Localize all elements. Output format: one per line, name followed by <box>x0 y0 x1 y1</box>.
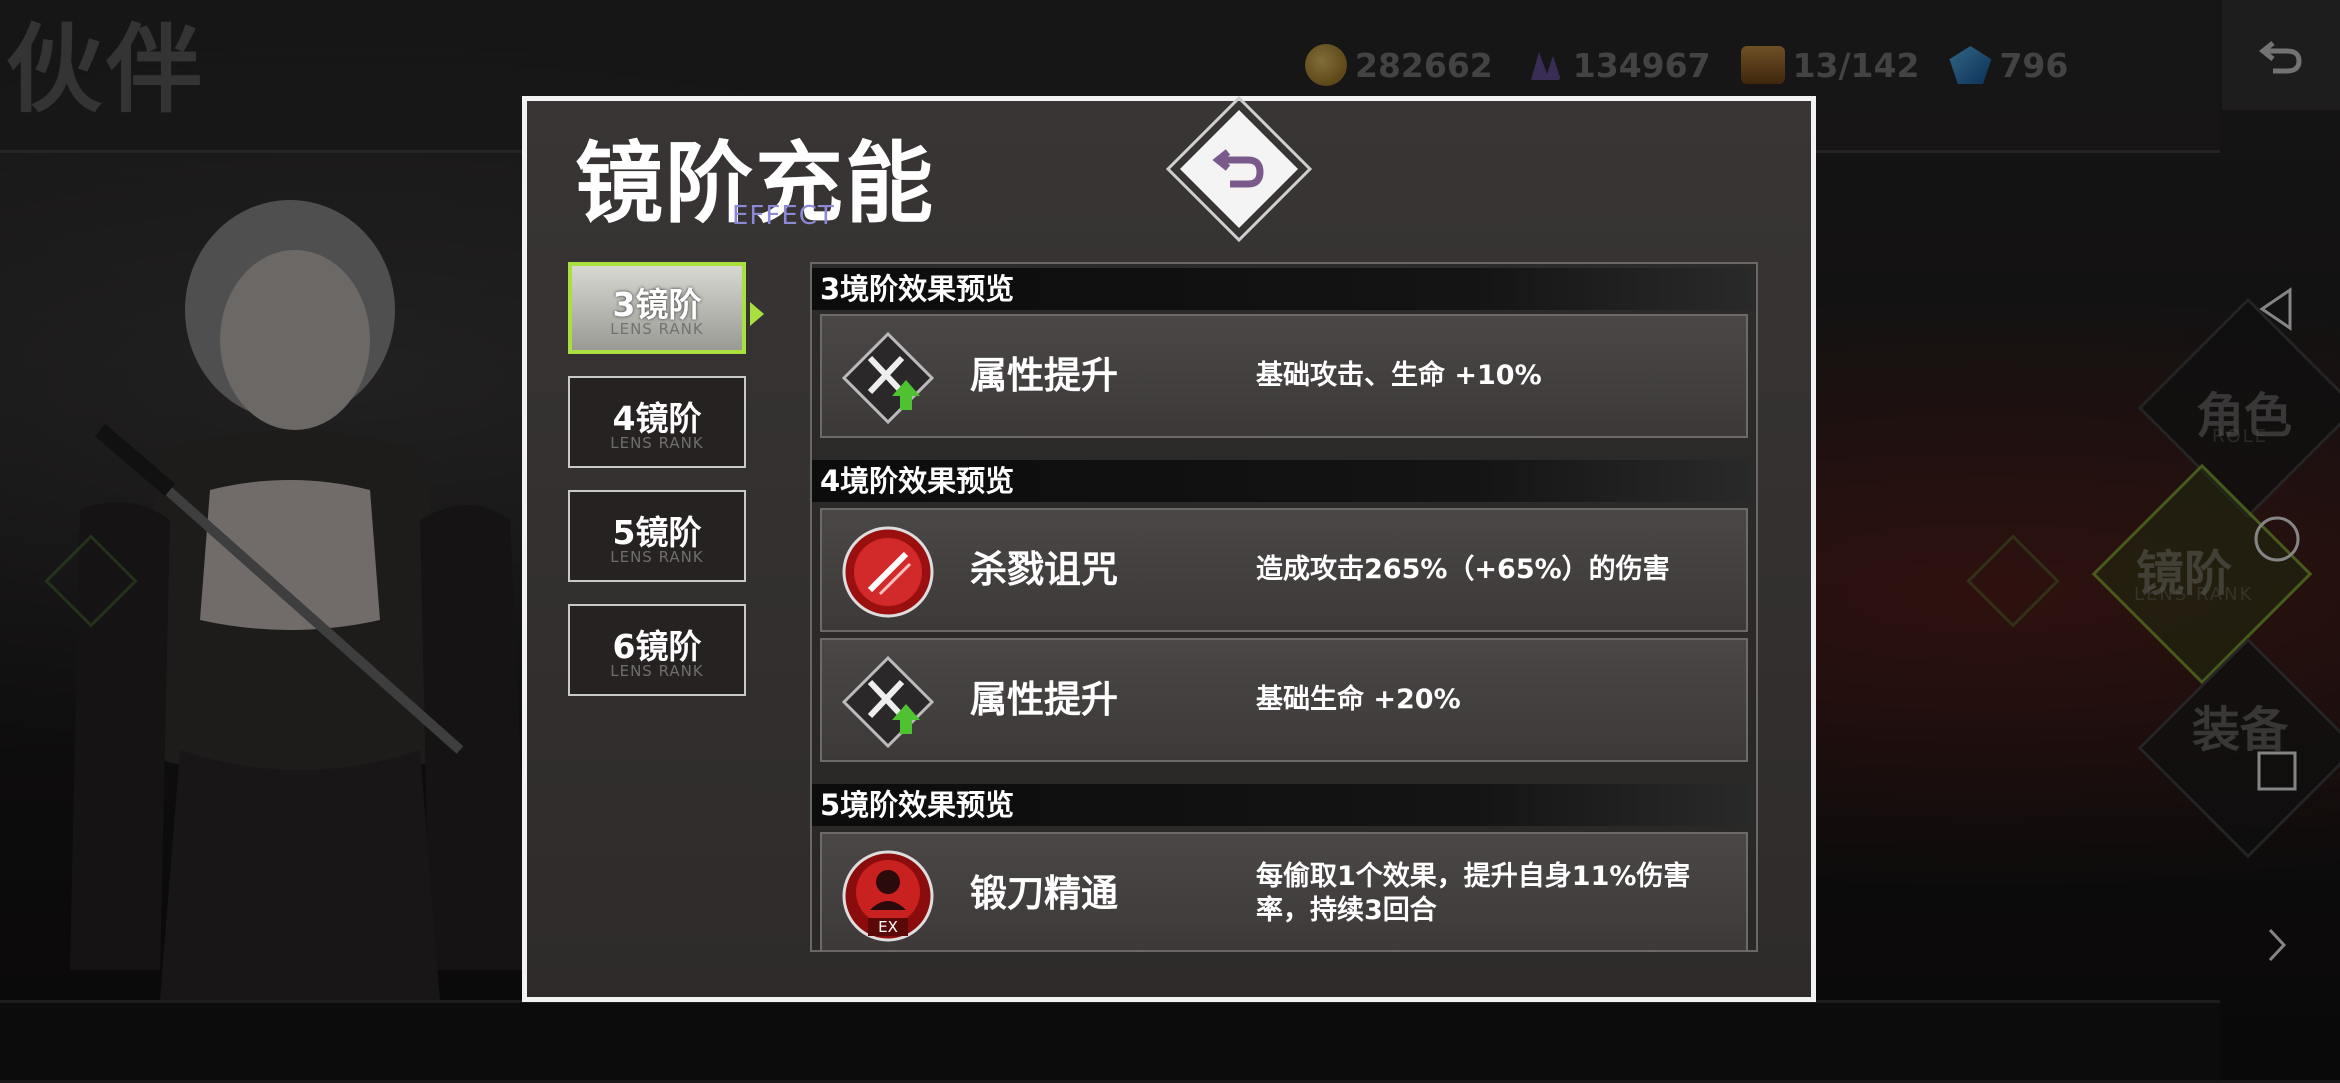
tab-rank-6[interactable]: 6镜阶 LENS RANK <box>568 604 746 696</box>
tab-rank-5-sub: LENS RANK <box>610 548 704 566</box>
tab-rank-5-label: 5镜阶 <box>612 513 702 552</box>
section-header-rank-4: 4境阶效果预览 <box>812 460 1756 502</box>
tab-rank-3-label: 3镜阶 <box>612 285 702 324</box>
tab-rank-4[interactable]: 4镜阶 LENS RANK <box>568 376 746 468</box>
tab-rank-6-sub: LENS RANK <box>610 662 704 680</box>
effect-description: 每偷取1个效果，提升自身11%伤害率，持续3回合 <box>1256 861 1691 926</box>
effect-name: 杀戮诅咒 <box>970 548 1118 591</box>
tab-rank-3-sub: LENS RANK <box>610 320 704 338</box>
effect-description: 基础攻击、生命 +10% <box>1256 360 1542 391</box>
dialog-subtitle: EFFECT <box>732 201 835 231</box>
effect-preview-list[interactable]: 3境阶效果预览 属性提升 基础攻击、生命 +10% 4境阶效果预览 杀戮诅咒 造… <box>810 262 1758 952</box>
tab-rank-4-sub: LENS RANK <box>610 434 704 452</box>
tab-rank-5[interactable]: 5镜阶 LENS RANK <box>568 490 746 582</box>
effect-description: 基础生命 +20% <box>1256 684 1461 715</box>
effect-row[interactable]: EX 锻刀精通 每偷取1个效果，提升自身11%伤害率，持续3回合 <box>820 832 1748 950</box>
section-header-rank-5: 5境阶效果预览 <box>812 784 1756 826</box>
tab-rank-3[interactable]: 3镜阶 LENS RANK <box>568 262 764 354</box>
effect-name: 属性提升 <box>970 354 1118 397</box>
section-header-rank-3: 3境阶效果预览 <box>812 268 1756 310</box>
effect-row[interactable]: 属性提升 基础攻击、生命 +10% <box>820 314 1748 438</box>
sword-upgrade-icon <box>841 331 935 425</box>
effect-row[interactable]: 杀戮诅咒 造成攻击265%（+65%）的伤害 <box>820 508 1748 632</box>
active-tab-pointer <box>750 302 764 326</box>
effect-name: 属性提升 <box>970 678 1118 721</box>
slash-curse-icon <box>842 526 934 618</box>
ex-badge: EX <box>878 918 898 936</box>
tab-rank-4-label: 4镜阶 <box>612 399 702 438</box>
close-button[interactable] <box>1164 94 1314 244</box>
tab-rank-6-label: 6镜阶 <box>612 627 702 666</box>
ex-skill-icon: EX <box>842 850 934 942</box>
effect-name: 锻刀精通 <box>970 872 1118 915</box>
effect-row[interactable]: 属性提升 基础生命 +20% <box>820 638 1748 762</box>
effect-description: 造成攻击265%（+65%）的伤害 <box>1256 554 1670 585</box>
sword-upgrade-icon <box>841 655 935 749</box>
